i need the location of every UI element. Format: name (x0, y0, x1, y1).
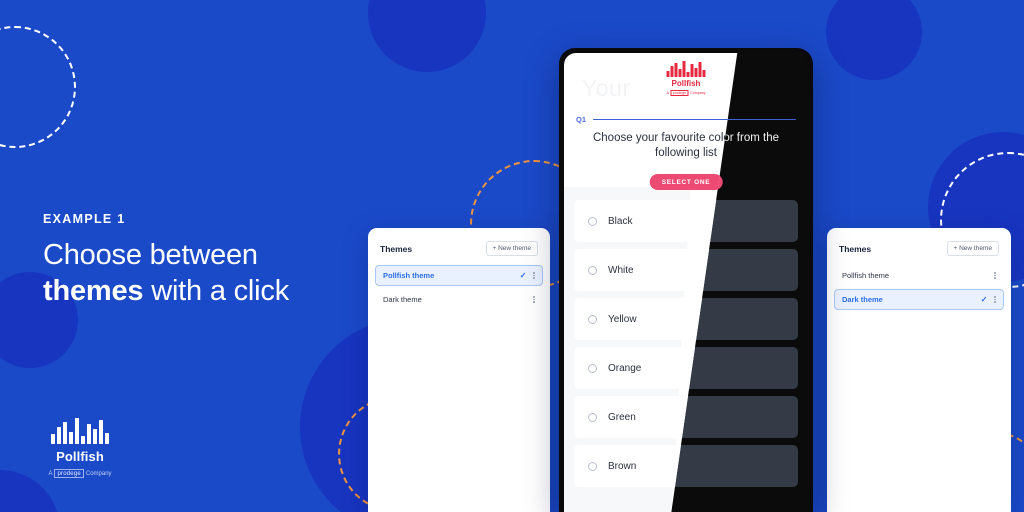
more-vertical-icon[interactable] (994, 271, 996, 280)
theme-row-label: Pollfish theme (842, 271, 890, 280)
new-theme-button[interactable]: + New theme (946, 241, 999, 256)
themes-list: Pollfish theme ✓ Dark theme (368, 265, 550, 310)
headline-line-2: themes with a click (43, 274, 373, 310)
themes-panel-header: Themes + New theme (368, 228, 550, 265)
themes-list: Pollfish theme Dark theme ✓ (827, 265, 1011, 310)
themes-panel-title: Themes (380, 243, 413, 254)
headline-emphasis: themes (43, 274, 144, 307)
answer-option-label: Green (608, 411, 636, 423)
new-theme-button[interactable]: + New theme (485, 241, 538, 256)
banner-canvas: EXAMPLE 1 Choose between themes with a c… (0, 0, 1024, 512)
eyebrow-label: EXAMPLE 1 (43, 212, 126, 226)
more-vertical-icon[interactable] (994, 295, 996, 304)
theme-row[interactable]: Pollfish theme ✓ (375, 265, 543, 286)
theme-row-actions: ✓ (519, 270, 535, 280)
more-vertical-icon[interactable] (533, 271, 535, 280)
themes-panel-light: Themes + New theme Pollfish theme ✓ Dark t… (368, 228, 550, 512)
decor-dashed-ring-top-left (0, 26, 76, 148)
headline-rest: with a click (143, 274, 290, 307)
themes-panel-header: Themes + New theme (827, 228, 1011, 265)
radio-unchecked-icon[interactable] (588, 216, 597, 226)
answer-option-label: Orange (608, 362, 642, 374)
select-one-badge: SELECT ONE (649, 174, 723, 190)
check-icon: ✓ (980, 294, 988, 304)
radio-unchecked-icon[interactable] (588, 265, 597, 275)
theme-row[interactable]: Dark theme ✓ (834, 289, 1004, 310)
pollfish-bars-icon (666, 61, 706, 77)
more-vertical-icon[interactable] (533, 295, 535, 304)
headline-block: EXAMPLE 1 Choose between themes with a c… (43, 212, 373, 310)
phone-mockup: Pollfish A prodege Company Q1 Choose you… (559, 48, 813, 512)
survey-logo-light: Pollfish A prodege Company (667, 61, 706, 96)
theme-row-actions: ✓ (980, 294, 996, 304)
radio-unchecked-icon[interactable] (588, 363, 597, 373)
prodege-suffix: Company (85, 470, 112, 477)
headline-line-1: Choose between (43, 239, 258, 271)
prodege-attribution: A prodege Company (30, 469, 130, 478)
pollfish-wordmark: Pollfish (56, 449, 104, 464)
theme-row[interactable]: Pollfish theme (834, 265, 1004, 286)
theme-row-actions (533, 295, 535, 304)
radio-unchecked-icon[interactable] (588, 461, 597, 471)
pollfish-bars-icon (30, 418, 130, 444)
theme-row[interactable]: Dark theme (375, 289, 543, 310)
pollfish-logo: Pollfish A prodege Company (30, 418, 130, 478)
radio-unchecked-icon[interactable] (588, 314, 597, 324)
prodege-prefix: A (48, 470, 53, 477)
theme-row-actions (994, 271, 996, 280)
page-title: Choose between themes with a click (43, 238, 373, 310)
radio-unchecked-icon[interactable] (588, 412, 597, 422)
answer-option-label: Brown (608, 460, 637, 472)
decor-circle-top-right (826, 0, 922, 80)
theme-row-label: Pollfish theme (383, 271, 435, 280)
survey-screen: Pollfish A prodege Company Q1 Choose you… (564, 53, 808, 512)
answer-option-label: Yellow (608, 313, 637, 325)
theme-row-label: Dark theme (842, 295, 883, 304)
answer-option-label: Black (608, 215, 633, 227)
theme-row-label: Dark theme (383, 295, 422, 304)
check-icon: ✓ (519, 270, 527, 280)
pollfish-wordmark: Pollfish (671, 79, 701, 88)
question-number: Q1 (576, 115, 587, 124)
prodege-prefix: A (666, 91, 669, 95)
themes-panel-title: Themes (839, 243, 872, 254)
answer-option-label: White (608, 264, 634, 276)
prodege-attribution: A prodege Company (667, 90, 706, 96)
themes-panel-dark: Themes + New theme Pollfish theme Dark th… (827, 228, 1011, 512)
prodege-boxed-word: prodege (54, 469, 84, 478)
decor-circle-top-mid (368, 0, 486, 72)
prodege-boxed-word: prodege (670, 90, 689, 96)
prodege-suffix: Company (690, 91, 706, 95)
